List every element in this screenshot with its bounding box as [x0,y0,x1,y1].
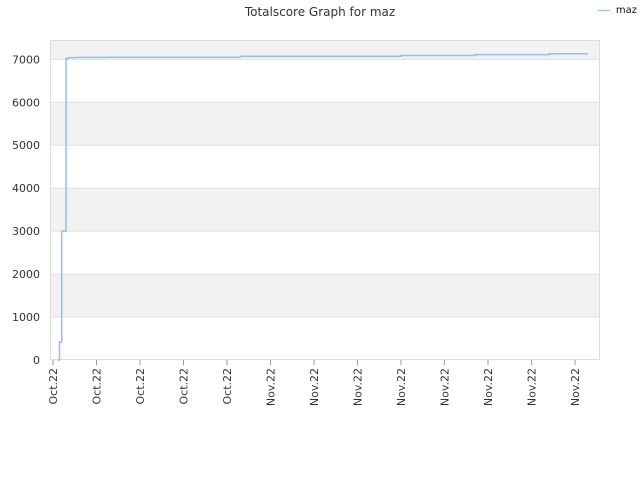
y-tick-label: 3000 [12,225,40,238]
grid-band [50,102,600,146]
y-tick-label: 6000 [12,96,40,109]
x-tick-label: Nov.22 [352,368,365,406]
x-tick-label: Oct.22 [91,368,104,405]
plot-area: 0 1000 2000 3000 4000 5000 6000 7000 Oct.22 Oct.2… [12,40,600,406]
y-tick-label: 0 [33,354,40,367]
grid-band [50,188,600,232]
x-tick-label: Nov.22 [439,368,452,406]
x-tick-label: Nov.22 [395,368,408,406]
grid-band [50,274,600,318]
x-tick-label: Nov.22 [569,368,582,406]
y-tick-label: 7000 [12,53,40,66]
chart: Totalscore Graph for maz maz 0 1000 2000 30… [0,0,640,480]
x-tick-label: Nov.22 [265,368,278,406]
x-tick-label: Nov.22 [526,368,539,406]
x-tick-label: Nov.22 [308,368,321,406]
grid-band [50,145,600,189]
grid-band [50,59,600,103]
y-tick-label: 5000 [12,139,40,152]
y-tick-label: 2000 [12,268,40,281]
x-tick-label: Nov.22 [482,368,495,406]
grid-band [50,317,600,360]
x-tick-label: Oct.22 [47,368,60,405]
x-tick-label: Oct.22 [134,368,147,405]
y-tick-label: 4000 [12,182,40,195]
x-tick-label: Oct.22 [221,368,234,405]
grid-band [50,231,600,275]
x-tick-label: Oct.22 [178,368,191,405]
y-tick-label: 1000 [12,311,40,324]
